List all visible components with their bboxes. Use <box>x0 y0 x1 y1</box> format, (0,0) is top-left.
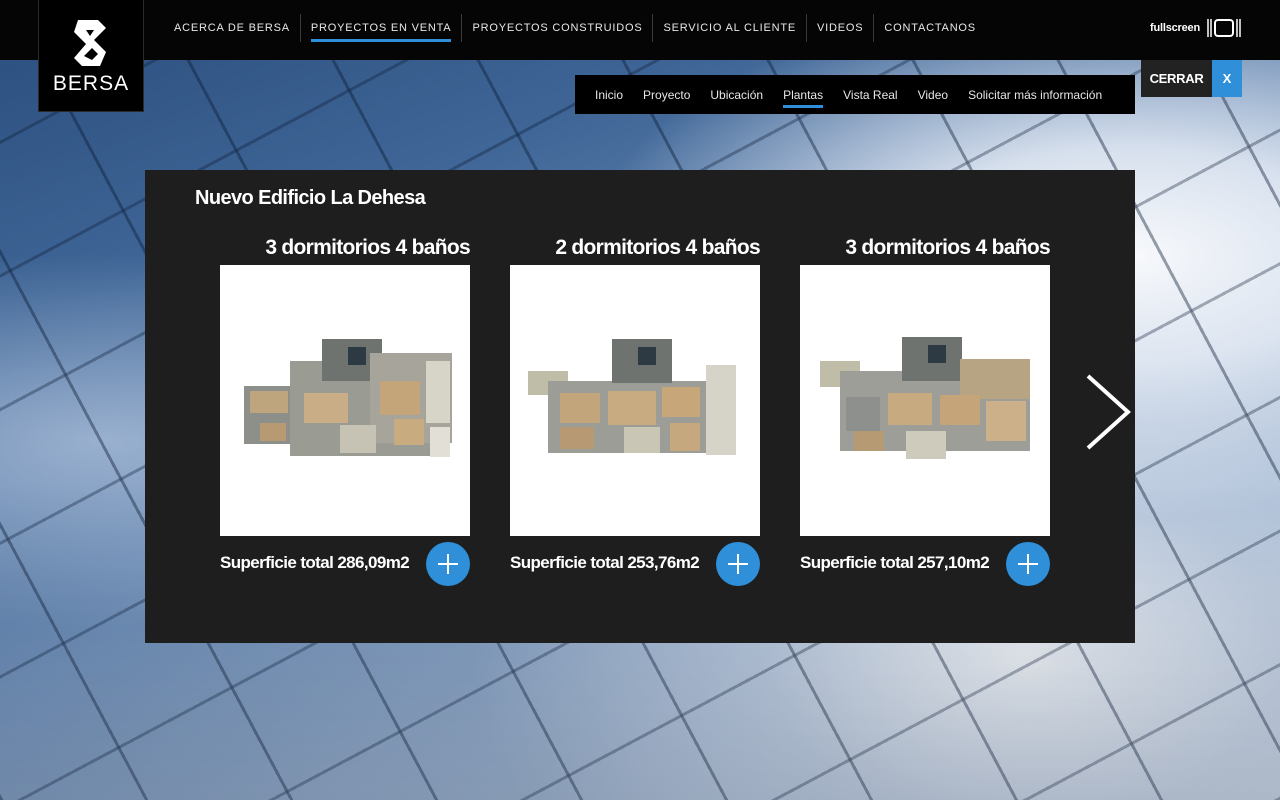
floor-plans-panel: Nuevo Edificio La Dehesa 3 dormitorios 4… <box>145 170 1135 643</box>
plan-details-button[interactable] <box>426 542 470 586</box>
floor-plan-card: 3 dormitorios 4 baños Superficie total 2… <box>800 236 1051 586</box>
fullscreen-icon <box>1207 19 1241 37</box>
plus-icon <box>1018 554 1038 574</box>
fullscreen-label: fullscreen <box>1150 22 1200 34</box>
top-bar: ACERCA DE BERSA PROYECTOS EN VENTA PROYE… <box>0 0 1280 60</box>
plan-details-button[interactable] <box>1006 542 1050 586</box>
subnav-video[interactable]: Video <box>908 75 958 114</box>
nav-proyectos-construidos[interactable]: PROYECTOS CONSTRUIDOS <box>462 14 654 42</box>
plan-heading: 2 dormitorios 4 baños <box>555 236 760 259</box>
fullscreen-button[interactable]: fullscreen <box>1150 16 1242 40</box>
bersa-logo[interactable]: BERSA <box>38 0 144 112</box>
project-title: Nuevo Edificio La Dehesa <box>195 187 426 209</box>
plan-total-area: Superficie total 257,10m2 <box>800 553 990 572</box>
subnav-ubicacion[interactable]: Ubicación <box>700 75 773 114</box>
floor-plan-drawing <box>528 338 736 455</box>
floor-plan-image[interactable] <box>800 265 1050 536</box>
plan-total-area: Superficie total 253,76m2 <box>510 553 700 572</box>
subnav-solicitar-informacion[interactable]: Solicitar más información <box>958 75 1112 114</box>
subnav-proyecto[interactable]: Proyecto <box>633 75 700 114</box>
plan-footer: Superficie total 257,10m2 <box>800 539 1050 586</box>
plan-total-area: Superficie total 286,09m2 <box>220 553 410 572</box>
floor-plan-list: 3 dormitorios 4 baños Superficie total 2… <box>220 236 1051 586</box>
nav-acerca-de-bersa[interactable]: ACERCA DE BERSA <box>164 14 301 42</box>
chevron-right-icon <box>1086 374 1131 450</box>
bersa-b-icon <box>74 20 106 66</box>
project-sub-nav: Inicio Proyecto Ubicación Plantas Vista … <box>575 75 1135 114</box>
nav-videos[interactable]: VIDEOS <box>807 14 875 42</box>
close-icon[interactable]: X <box>1212 60 1242 97</box>
plan-footer: Superficie total 253,76m2 <box>510 539 760 586</box>
plus-icon <box>438 554 458 574</box>
logo-wordmark: BERSA <box>52 72 130 95</box>
floor-plan-image[interactable] <box>220 265 470 536</box>
plus-icon <box>728 554 748 574</box>
floor-plan-drawing <box>820 336 1030 459</box>
plan-footer: Superficie total 286,09m2 <box>220 539 470 586</box>
subnav-inicio[interactable]: Inicio <box>585 75 633 114</box>
plan-heading: 3 dormitorios 4 baños <box>845 236 1050 259</box>
next-plans-button[interactable] <box>1080 370 1136 454</box>
cerrar-button[interactable]: CERRAR <box>1141 60 1212 97</box>
floor-plan-image[interactable] <box>510 265 760 536</box>
subnav-plantas[interactable]: Plantas <box>773 75 833 114</box>
floor-plan-drawing <box>244 338 452 457</box>
plan-heading: 3 dormitorios 4 baños <box>265 236 470 259</box>
nav-servicio-al-cliente[interactable]: SERVICIO AL CLIENTE <box>653 14 808 42</box>
nav-contactanos[interactable]: CONTACTANOS <box>874 14 986 42</box>
plan-details-button[interactable] <box>716 542 760 586</box>
nav-proyectos-en-venta[interactable]: PROYECTOS EN VENTA <box>301 14 463 42</box>
subnav-vista-real[interactable]: Vista Real <box>833 75 907 114</box>
floor-plan-card: 2 dormitorios 4 baños Superficie total 2… <box>510 236 761 586</box>
floor-plan-card: 3 dormitorios 4 baños Superficie total 2… <box>220 236 471 586</box>
main-nav: ACERCA DE BERSA PROYECTOS EN VENTA PROYE… <box>164 14 986 42</box>
